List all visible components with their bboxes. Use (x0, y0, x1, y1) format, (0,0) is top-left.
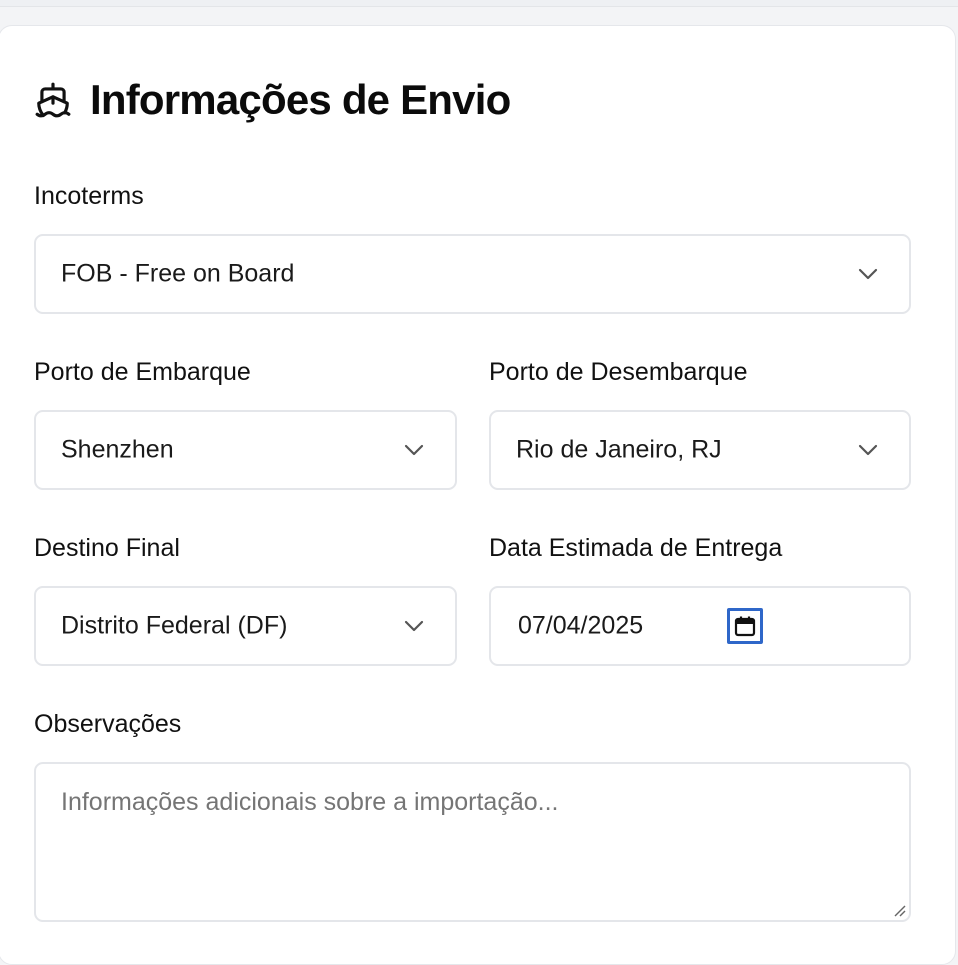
porto-embarque-label: Porto de Embarque (34, 358, 251, 386)
section-title: Informações de Envio (90, 76, 511, 123)
observacoes-textarea[interactable]: Informações adicionais sobre a importaçã… (34, 762, 911, 922)
data-entrega-input[interactable]: 07/04/2025 (489, 586, 911, 666)
porto-desembarque-value: Rio de Janeiro, RJ (516, 435, 722, 464)
chevron-down-icon (404, 620, 424, 632)
top-strip (0, 0, 958, 7)
incoterms-label: Incoterms (34, 182, 144, 210)
chevron-down-icon (858, 444, 878, 456)
data-entrega-label: Data Estimada de Entrega (489, 534, 783, 562)
ship-icon (34, 81, 72, 119)
incoterms-select[interactable]: FOB - Free on Board (34, 234, 911, 314)
calendar-picker-button[interactable] (727, 608, 763, 644)
destino-final-value: Distrito Federal (DF) (61, 611, 288, 640)
data-entrega-value[interactable]: 07/04/2025 (518, 612, 643, 641)
destino-final-select[interactable]: Distrito Federal (DF) (34, 586, 457, 666)
calendar-icon (734, 616, 756, 637)
chevron-down-icon (858, 268, 878, 280)
resize-handle-icon[interactable] (891, 902, 907, 918)
incoterms-value: FOB - Free on Board (61, 259, 295, 288)
chevron-down-icon (404, 444, 424, 456)
destino-final-label: Destino Final (34, 534, 180, 562)
section-header: Informações de Envio (34, 76, 511, 124)
porto-embarque-select[interactable]: Shenzhen (34, 410, 457, 490)
observacoes-placeholder: Informações adicionais sobre a importaçã… (61, 788, 559, 816)
porto-desembarque-select[interactable]: Rio de Janeiro, RJ (489, 410, 911, 490)
observacoes-label: Observações (34, 710, 182, 738)
porto-desembarque-label: Porto de Desembarque (489, 358, 748, 386)
porto-embarque-value: Shenzhen (61, 435, 174, 464)
